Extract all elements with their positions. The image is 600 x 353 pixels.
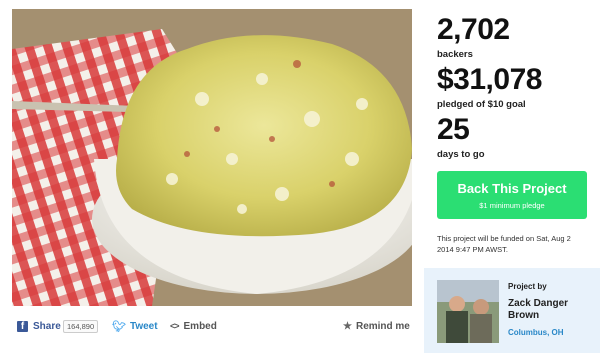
creator-by-label: Project by [508,282,547,291]
creator-location[interactable]: Columbus, OH [508,328,564,337]
creator-name[interactable]: Zack Danger Brown [508,298,588,322]
facebook-share-button[interactable]: f Share [17,318,61,334]
embed-label: Embed [183,320,217,332]
share-bar: f Share 164,890 🐦︎ Tweet <> Embed ★ Remi… [17,318,412,334]
pledged-label: pledged of $10 goal [437,99,526,110]
code-brackets-icon: <> [170,321,179,331]
creator-card: Project by Zack Danger Brown Columbus, O… [424,268,600,353]
creator-avatar[interactable] [437,280,499,343]
remind-me-button[interactable]: ★ Remind me [343,318,410,334]
back-button-subtitle: $1 minimum pledge [479,201,545,210]
facebook-share-label: Share [33,320,61,332]
pledged-amount: $31,078 [437,63,542,96]
remind-me-label: Remind me [355,320,410,332]
embed-button[interactable]: <> Embed [170,318,217,334]
tweet-label: Tweet [129,320,158,332]
back-this-project-button[interactable]: Back This Project $1 minimum pledge [437,171,587,219]
backers-count: 2,702 [437,13,510,46]
potato-salad-photo [12,9,412,306]
project-stats: 2,702 backers $31,078 pledged of $10 goa… [437,14,597,164]
days-count: 25 [437,113,470,146]
backers-label: backers [437,49,473,60]
star-icon: ★ [343,320,352,332]
creator-photo-image [437,280,499,343]
facebook-share-count: 164,890 [63,320,99,333]
project-image[interactable] [12,9,412,306]
back-button-title: Back This Project [457,181,567,196]
funding-note: This project will be funded on Sat, Aug … [437,234,571,254]
days-label: days to go [437,149,485,160]
twitter-bird-icon: 🐦︎ [112,320,126,333]
facebook-icon: f [17,320,28,332]
tweet-button[interactable]: 🐦︎ Tweet [112,318,158,334]
